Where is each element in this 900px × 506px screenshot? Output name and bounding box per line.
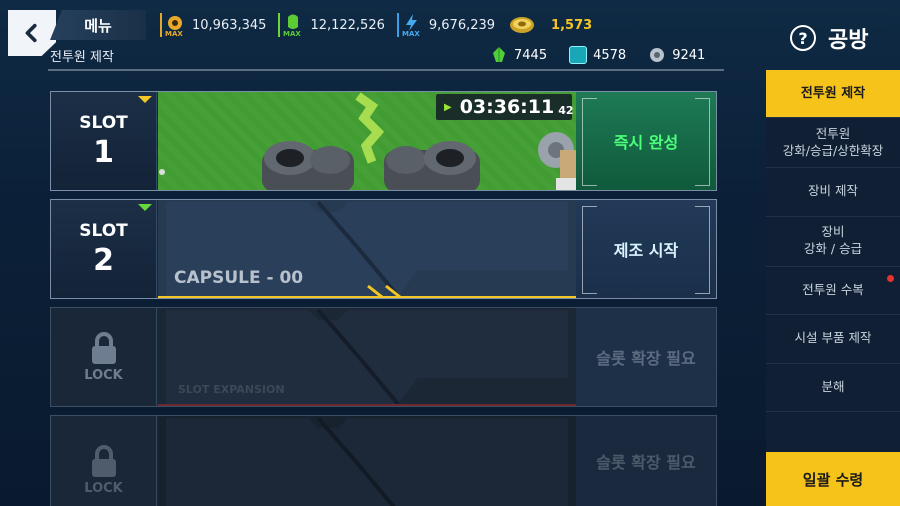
menu-label: 메뉴: [84, 16, 112, 35]
slot-1-label: SLOT 1: [51, 92, 157, 190]
lock-text: LOCK: [84, 480, 123, 496]
sidebar-item-equipment-craft[interactable]: 장비 제작: [766, 168, 900, 217]
capsule-label: CAPSULE - 00: [174, 268, 304, 288]
gold-coin-icon: [507, 13, 537, 37]
instant-complete-button[interactable]: 즉시 완성: [576, 92, 716, 190]
resource-bar: MAX 10,963,345 MAX 12,122,526 MAX 9,676,…: [160, 12, 604, 38]
expand-slot-label: 슬롯 확장 필요: [596, 453, 696, 472]
sidebar-item-facility-parts[interactable]: 시설 부품 제작: [766, 315, 900, 364]
slot-2-label: SLOT 2: [51, 200, 157, 298]
energy-max-icon: MAX: [396, 13, 423, 38]
notification-dot-icon: [887, 274, 894, 282]
lock-icon: [91, 331, 116, 364]
sidebar-item-label: 장비 제작: [808, 183, 858, 199]
resource-nutrient[interactable]: MAX 12,122,526: [278, 13, 385, 38]
green-crystal-icon: [490, 46, 508, 64]
sidebar-item-disassemble[interactable]: 분해: [766, 364, 900, 412]
slot-word: SLOT: [79, 220, 128, 241]
expand-slot-button[interactable]: 슬롯 확장 필요: [576, 416, 716, 506]
slot-4-preview: [158, 416, 576, 506]
slot-number: 1: [93, 134, 114, 170]
material-bar: 7445 4578 9241: [490, 46, 727, 64]
resource-power-value: 9,676,239: [428, 17, 496, 33]
material-silver-value: 9241: [672, 47, 706, 63]
lock-indicator: LOCK: [84, 444, 123, 496]
green-max-icon: MAX: [278, 13, 304, 38]
lock-icon: [91, 444, 116, 477]
slot-3-preview: SLOT EXPANSION: [158, 308, 576, 406]
silver-part-icon: [648, 46, 666, 64]
sidebar-item-combatant-craft[interactable]: 전투원 제작: [766, 70, 900, 118]
slot-3-label: LOCK: [51, 308, 157, 406]
play-icon: ▶: [444, 101, 452, 113]
menu-button[interactable]: 메뉴: [50, 10, 146, 40]
material-green[interactable]: 7445: [490, 46, 547, 64]
expand-slot-label: 슬롯 확장 필요: [596, 349, 696, 368]
top-bar: 메뉴 MAX 10,963,345 MAX 12,122,526 MAX 9,6…: [0, 0, 900, 72]
collect-all-label: 일괄 수령: [802, 470, 864, 489]
screen-title: 공방: [828, 28, 869, 53]
help-glyph: ?: [798, 28, 808, 48]
resource-nutrient-value: 12,122,526: [310, 17, 385, 33]
sidebar-item-label: 전투원 강화/승급/상한확장: [782, 125, 884, 158]
sidebar-item-label: 분해: [821, 378, 845, 394]
svg-text:MAX: MAX: [165, 30, 183, 37]
locked-slot-panel: [166, 416, 568, 506]
cyan-cube-icon: [569, 46, 588, 64]
start-production-button[interactable]: 제조 시작: [576, 200, 716, 298]
sidebar-item-equipment-enhance[interactable]: 장비 강화 / 승급: [766, 217, 900, 267]
workshop-sidebar: 전투원 제작 전투원 강화/승급/상한확장 장비 제작 장비 강화 / 승급 전…: [766, 70, 900, 506]
expand-slot-button[interactable]: 슬롯 확장 필요: [576, 308, 716, 406]
resource-power[interactable]: MAX 9,676,239: [396, 13, 496, 38]
sidebar-item-label: 시설 부품 제작: [794, 330, 872, 346]
slot-indicator-icon: [138, 204, 152, 211]
resource-gold-value: 1,573: [551, 17, 593, 33]
slot-2-preview: CAPSULE - 00: [158, 200, 576, 298]
material-green-value: 7445: [514, 47, 548, 63]
resource-parts[interactable]: MAX 10,963,345: [160, 13, 267, 38]
slot-number: 2: [93, 242, 114, 278]
resource-gold[interactable]: 1,573: [507, 13, 592, 37]
svg-text:MAX: MAX: [283, 30, 301, 37]
subtitle-divider: [48, 69, 724, 71]
slot-word: SLOT: [79, 112, 128, 133]
back-button[interactable]: [8, 10, 56, 56]
svg-text:MAX: MAX: [402, 30, 420, 37]
gear-max-icon: MAX: [160, 13, 186, 38]
lock-text: LOCK: [84, 367, 123, 383]
material-cyan-value: 4578: [593, 47, 627, 63]
slot-1: SLOT 1 ▶ 03:36:11 42 즉시 완성: [50, 91, 717, 191]
sidebar-item-combatant-enhance[interactable]: 전투원 강화/승급/상한확장: [766, 118, 900, 168]
slot-indicator-icon: [138, 96, 152, 103]
timer-ms: 42: [558, 103, 574, 117]
help-icon[interactable]: ?: [790, 25, 816, 51]
slot-2: SLOT 2 CAPSULE - 00 제조 시작: [50, 199, 717, 299]
sidebar-item-combatant-repair[interactable]: 전투원 수복: [766, 267, 900, 315]
title-area: ? 공방: [790, 22, 868, 54]
button-frame: [582, 206, 710, 294]
collect-all-button[interactable]: 일괄 수령: [766, 452, 900, 506]
button-frame: [582, 98, 710, 186]
material-cyan[interactable]: 4578: [569, 46, 626, 64]
lock-indicator: LOCK: [84, 331, 123, 383]
sidebar-item-label: 전투원 제작: [800, 85, 866, 101]
material-silver[interactable]: 9241: [648, 46, 705, 64]
sidebar-item-label: 장비 강화 / 승급: [803, 224, 863, 256]
slot-4: LOCK 슬롯 확장 필요: [50, 415, 717, 506]
slot-4-label: LOCK: [51, 416, 157, 506]
chevron-left-icon: [25, 23, 37, 43]
resource-parts-value: 10,963,345: [192, 17, 267, 33]
slot-3: LOCK SLOT EXPANSION 슬롯 확장 필요: [50, 307, 717, 407]
sidebar-item-label: 전투원 수복: [802, 281, 864, 297]
page-subtitle: 전투원 제작: [50, 50, 114, 65]
slot-expansion-label: SLOT EXPANSION: [178, 383, 285, 396]
timer-value: 03:36:11: [459, 96, 555, 118]
slot-1-preview: ▶ 03:36:11 42: [158, 92, 576, 190]
production-timer: ▶ 03:36:11 42: [436, 94, 574, 120]
